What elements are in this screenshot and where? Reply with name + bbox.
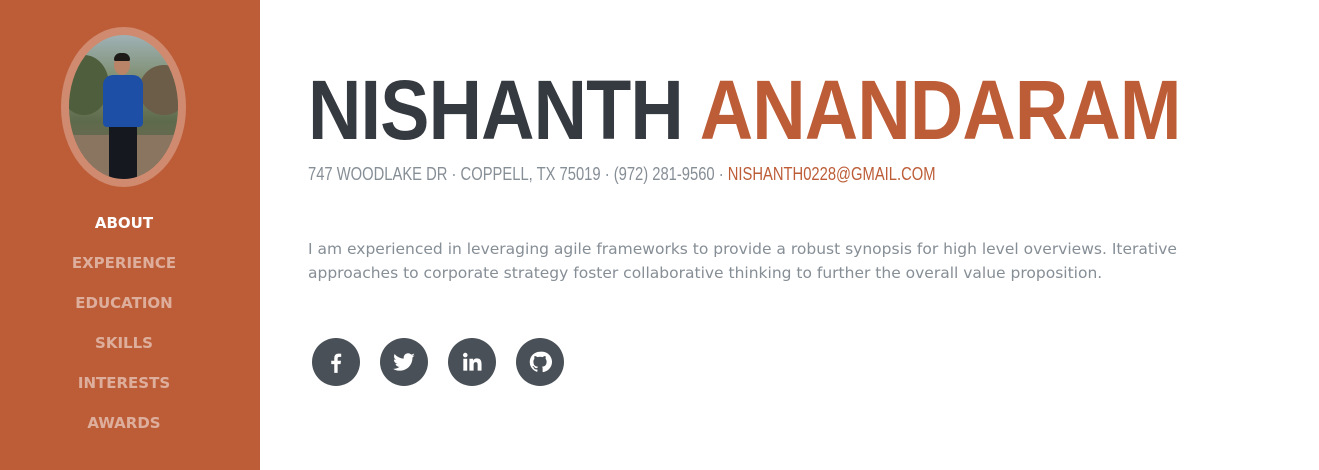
address-text: 747 WOODLAKE DR · COPPELL, TX 75019 · (9…	[308, 164, 724, 184]
email-link[interactable]: NISHANTH0228@GMAIL.COM	[728, 164, 936, 184]
bio-text: I am experienced in leveraging agile fra…	[308, 240, 1177, 282]
first-name: NISHANTH	[308, 63, 684, 157]
profile-photo	[69, 35, 178, 179]
sidebar: ABOUT EXPERIENCE EDUCATION SKILLS INTERE…	[0, 0, 260, 470]
social-icons	[312, 338, 564, 386]
contact-line: 747 WOODLAKE DR · COPPELL, TX 75019 · (9…	[308, 164, 936, 185]
about-section: NISHANTH ANANDARAM 747 WOODLAKE DR · COP…	[308, 0, 1298, 470]
nav-item-education[interactable]: EDUCATION	[75, 294, 172, 312]
facebook-button[interactable]	[312, 338, 360, 386]
nav-item-awards[interactable]: AWARDS	[87, 414, 160, 432]
twitter-icon	[392, 353, 415, 371]
linkedin-icon	[463, 352, 482, 371]
avatar	[61, 27, 186, 187]
last-name: ANANDARAM	[699, 63, 1182, 157]
github-button[interactable]	[516, 338, 564, 386]
nav-item-about[interactable]: ABOUT	[95, 214, 153, 232]
github-icon	[529, 351, 552, 373]
nav-item-experience[interactable]: EXPERIENCE	[72, 254, 176, 272]
nav-item-skills[interactable]: SKILLS	[95, 334, 153, 352]
nav-item-interests[interactable]: INTERESTS	[78, 374, 170, 392]
sidebar-nav: ABOUT EXPERIENCE EDUCATION SKILLS INTERE…	[0, 210, 248, 450]
page-title: NISHANTH ANANDARAM	[308, 68, 1181, 152]
facebook-icon	[331, 353, 342, 373]
twitter-button[interactable]	[380, 338, 428, 386]
linkedin-button[interactable]	[448, 338, 496, 386]
